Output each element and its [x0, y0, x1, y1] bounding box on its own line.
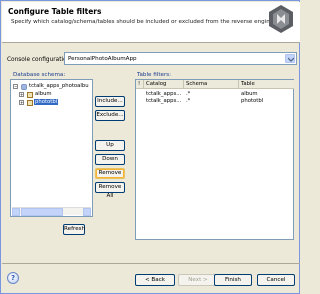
database-icon — [21, 84, 27, 90]
back-button[interactable]: < Back — [135, 274, 175, 286]
table-icon — [27, 100, 33, 106]
cell-schema: .* — [186, 98, 191, 104]
cancel-button-label: Cancel — [266, 277, 286, 283]
down-button-label: Down — [102, 156, 118, 162]
expand-icon[interactable]: + — [19, 100, 24, 105]
remove-button-label: Remove — [98, 170, 122, 176]
table-icon — [27, 92, 33, 98]
hibernate-logo-icon — [269, 5, 293, 33]
console-configuration-combo[interactable]: PersonalPhotoAlbumApp — [64, 52, 297, 65]
include-button-label: Include... — [97, 98, 123, 104]
console-configuration-value: PersonalPhotoAlbumApp — [68, 56, 137, 62]
finish-button-label: Finish — [225, 277, 241, 283]
refresh-button[interactable]: Refresh — [63, 224, 85, 235]
horizontal-scrollbar[interactable] — [12, 207, 91, 216]
tree-item-album[interactable]: + album — [19, 91, 79, 99]
database-schema-tree[interactable]: − tctalk_apps_photoalbu + album + photot… — [10, 79, 93, 217]
table-filters-table[interactable]: ! Catalog Schema Table tctalk_apps... .*… — [135, 79, 294, 240]
cancel-button[interactable]: Cancel — [257, 274, 295, 286]
tree-item-schema[interactable]: − tctalk_apps_photoalbu — [13, 83, 93, 91]
up-button-label: Up — [106, 142, 114, 148]
next-button[interactable]: Next > — [178, 274, 218, 286]
column-header-exclude[interactable]: ! — [136, 80, 144, 89]
cell-exclude — [136, 97, 144, 105]
tree-item-label: tctalk_apps_photoalbu — [29, 83, 89, 89]
finish-button[interactable]: Finish — [214, 274, 252, 286]
refresh-button-label: Refresh — [64, 226, 86, 232]
back-button-label: < Back — [144, 277, 166, 283]
remove-all-button[interactable]: Remove All — [95, 182, 125, 199]
remove-button[interactable]: Remove — [95, 168, 125, 179]
column-header-schema[interactable]: Schema — [184, 80, 239, 89]
footer-separator — [2, 263, 300, 264]
table-filters-label: Table filters: — [137, 72, 172, 78]
tree-item-label: phototbl — [34, 99, 59, 105]
cell-table: phototbl — [241, 98, 264, 104]
tree-item-phototbl[interactable]: + phototbl — [19, 99, 79, 107]
configure-table-filters-dialog: Configure Table filters Specify which ca… — [0, 0, 300, 294]
up-button[interactable]: Up — [95, 140, 125, 151]
collapse-icon[interactable]: − — [13, 84, 18, 89]
exclude-button-label: Exclude... — [96, 112, 124, 118]
scroll-right-icon[interactable] — [83, 208, 91, 216]
dialog-header: Configure Table filters Specify which ca… — [2, 2, 300, 43]
help-icon[interactable]: ? — [7, 272, 19, 284]
database-schema-label: Database schema: — [13, 72, 66, 78]
dialog-description: Specify which catalog/schema/tables shou… — [11, 19, 290, 25]
include-button[interactable]: Include... — [95, 96, 125, 107]
scrollbar-thumb[interactable] — [21, 208, 63, 216]
chevron-down-icon[interactable] — [285, 54, 295, 63]
column-header-table[interactable]: Table — [239, 80, 294, 89]
down-button[interactable]: Down — [95, 154, 125, 165]
dialog-title: Configure Table filters — [8, 7, 102, 16]
column-header-catalog[interactable]: Catalog — [144, 80, 184, 89]
tree-item-label: album — [35, 91, 52, 97]
exclude-button[interactable]: Exclude... — [95, 110, 125, 121]
remove-all-button-label: Remove All — [98, 184, 122, 199]
next-button-label: Next > — [188, 277, 208, 283]
expand-icon[interactable]: + — [19, 92, 24, 97]
scroll-left-icon[interactable] — [12, 208, 20, 216]
console-configuration-label: Console configuration: — [7, 57, 73, 63]
cell-catalog: tctalk_apps... — [146, 98, 182, 104]
